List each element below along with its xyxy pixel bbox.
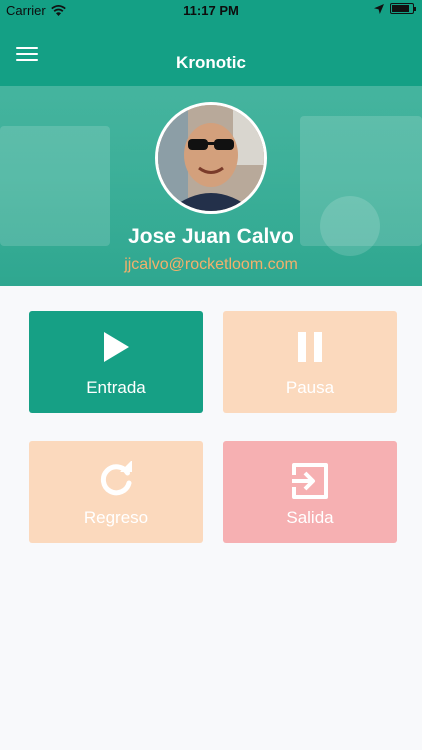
user-photo xyxy=(158,105,264,211)
battery-icon xyxy=(390,3,416,14)
refresh-icon xyxy=(100,461,132,496)
avatar[interactable] xyxy=(155,102,267,214)
status-time: 11:17 PM xyxy=(183,3,239,18)
pausa-label: Pausa xyxy=(285,378,335,397)
pause-icon xyxy=(298,332,322,362)
location-arrow-icon xyxy=(374,3,384,14)
profile-header: Jose Juan Calvo jjcalvo@rocketloom.com xyxy=(0,86,422,286)
profile-name: Jose Juan Calvo xyxy=(128,225,294,248)
entrada-button[interactable]: Entrada xyxy=(29,311,203,413)
app-title: Kronotic xyxy=(176,53,246,72)
status-bar: Carrier 11:17 PM xyxy=(0,0,422,22)
salida-label: Salida xyxy=(286,508,334,527)
entrada-label: Entrada xyxy=(86,378,146,397)
regreso-label: Regreso xyxy=(83,508,149,527)
salida-button[interactable]: Salida xyxy=(223,441,397,543)
status-right xyxy=(374,3,416,14)
exit-icon xyxy=(292,463,328,499)
play-icon xyxy=(104,332,129,362)
pausa-button[interactable]: Pausa xyxy=(223,311,397,413)
profile-email[interactable]: jjcalvo@rocketloom.com xyxy=(0,256,422,274)
regreso-button[interactable]: Regreso xyxy=(29,441,203,543)
nav-bar: Kronotic xyxy=(0,22,422,86)
battery-fill xyxy=(392,5,409,12)
